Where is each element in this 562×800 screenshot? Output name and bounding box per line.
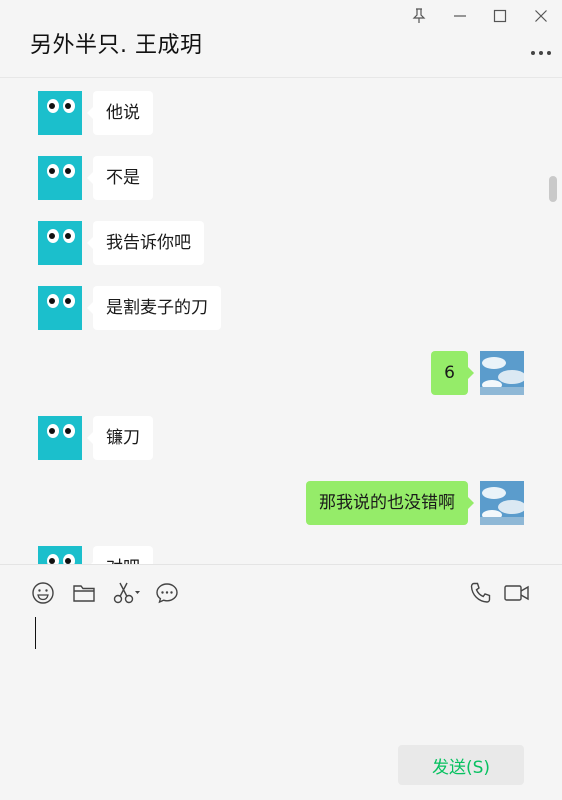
minimize-button[interactable]: [446, 4, 474, 28]
title-bar: 另外半只. 王成玥: [0, 0, 562, 78]
scissors-icon: [113, 582, 140, 604]
voice-call-button[interactable]: [468, 580, 494, 606]
more-options-button[interactable]: [528, 44, 554, 56]
emoji-button[interactable]: [30, 580, 56, 606]
incoming-message-bubble[interactable]: 镰刀: [87, 416, 153, 460]
outgoing-message-bubble[interactable]: 那我说的也没错啊: [306, 481, 474, 525]
more-dots-icon: [531, 51, 551, 55]
close-icon: [535, 10, 547, 22]
input-divider: [0, 564, 562, 565]
maximize-button[interactable]: [486, 4, 514, 28]
my-avatar[interactable]: [480, 351, 526, 395]
message-scrollbar[interactable]: [549, 176, 557, 202]
outgoing-message-bubble[interactable]: 6: [431, 351, 474, 395]
incoming-message-bubble[interactable]: 他说: [87, 91, 153, 135]
send-button[interactable]: 发送(S): [398, 745, 524, 785]
maximize-icon: [493, 9, 507, 23]
contact-avatar[interactable]: [38, 416, 82, 460]
minimize-icon: [454, 15, 466, 17]
message-row: 对吧: [0, 546, 562, 564]
contact-avatar[interactable]: [38, 91, 82, 135]
message-row: 我告诉你吧: [0, 221, 562, 265]
message-row: 他说: [0, 91, 562, 135]
video-call-button[interactable]: [503, 580, 531, 606]
incoming-message-bubble[interactable]: 对吧: [87, 546, 153, 564]
screenshot-button[interactable]: [112, 580, 142, 606]
my-avatar[interactable]: [480, 481, 526, 525]
folder-icon: [73, 585, 95, 602]
emoji-icon: [32, 582, 54, 604]
chat-title: 另外半只. 王成玥: [30, 33, 203, 58]
message-row: 镰刀: [0, 416, 562, 460]
pin-icon: [412, 8, 426, 23]
send-file-button[interactable]: [71, 580, 97, 606]
incoming-message-bubble[interactable]: 我告诉你吧: [87, 221, 204, 265]
message-row: 是割麦子的刀: [0, 286, 562, 330]
contact-avatar[interactable]: [38, 156, 82, 200]
pin-button[interactable]: [405, 4, 433, 28]
chat-history-icon: [156, 583, 178, 604]
phone-call-icon: [470, 582, 491, 603]
message-row: 不是: [0, 156, 562, 200]
contact-avatar[interactable]: [38, 286, 82, 330]
message-list[interactable]: 他说 不是 我告诉你吧 是割麦子的刀 6 镰刀 那我说的也没错啊: [0, 78, 562, 564]
incoming-message-bubble[interactable]: 不是: [87, 156, 153, 200]
message-row: 6: [0, 351, 562, 395]
chat-history-button[interactable]: [154, 580, 180, 606]
message-row: 那我说的也没错啊: [0, 481, 562, 525]
message-input[interactable]: [30, 612, 530, 732]
video-call-icon: [504, 585, 529, 601]
contact-avatar[interactable]: [38, 546, 82, 564]
incoming-message-bubble[interactable]: 是割麦子的刀: [87, 286, 221, 330]
close-button[interactable]: [527, 4, 555, 28]
text-caret: [35, 617, 36, 649]
contact-avatar[interactable]: [38, 221, 82, 265]
